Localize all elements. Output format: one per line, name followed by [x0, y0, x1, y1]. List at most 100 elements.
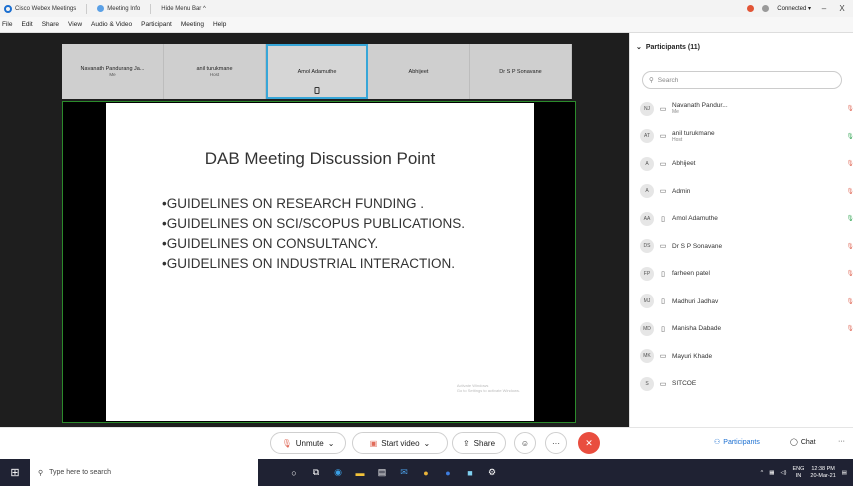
- menu-participant[interactable]: Participant: [141, 21, 172, 28]
- menu-help[interactable]: Help: [213, 21, 226, 28]
- store-icon[interactable]: ▤: [376, 467, 388, 479]
- list-item[interactable]: AT ▭ anil turukmane Host 🎙: [640, 123, 853, 151]
- thumbnail-sonavane[interactable]: Dr S P Sonavane: [470, 44, 572, 99]
- participant-name: Dr S P Sonavane: [672, 242, 723, 250]
- clock[interactable]: 12:38 PM 20-Mar-21: [810, 466, 835, 480]
- computer-icon: ▭: [659, 353, 667, 361]
- menu-edit[interactable]: Edit: [21, 21, 32, 28]
- thumbnail-role: Me: [109, 72, 116, 77]
- webex-taskbar-icon[interactable]: ■: [464, 467, 476, 479]
- thumbnail-anil[interactable]: anil turukmane Host: [164, 44, 266, 99]
- thumbnail-navanath[interactable]: Navanath Pandurang Ja... Me: [62, 44, 164, 99]
- list-item[interactable]: MJ ▯ Madhuri Jadhav 🎙: [640, 288, 853, 316]
- reactions-button[interactable]: ☺: [514, 432, 536, 454]
- meeting-info-button[interactable]: Meeting Info: [97, 5, 140, 12]
- unmute-label: Unmute: [295, 438, 324, 448]
- volume-icon[interactable]: ◁): [780, 470, 786, 476]
- search-placeholder: Search: [657, 76, 679, 84]
- unmute-button[interactable]: 🎙 Unmute ⌄: [270, 432, 346, 454]
- list-item[interactable]: AA ▯ Amol Adamuthe 🎙: [640, 205, 853, 233]
- menu-audio-video[interactable]: Audio & Video: [91, 21, 132, 28]
- thumbnail-amol[interactable]: Amol Adamuthe: [266, 44, 368, 99]
- list-item[interactable]: MD ▯ Manisha Dabade 🎙: [640, 315, 853, 343]
- participant-role: Host: [672, 136, 683, 143]
- language-indicator[interactable]: ENG IN: [793, 466, 805, 480]
- share-button[interactable]: ⇪ Share: [452, 432, 506, 454]
- connection-icon: [762, 5, 770, 12]
- avatar: FP: [640, 266, 654, 281]
- list-item[interactable]: FP ▯ farheen patel 🎙: [640, 260, 853, 288]
- avatar: S: [640, 376, 654, 391]
- collapse-icon[interactable]: ⌄: [636, 43, 642, 51]
- shared-slide: DAB Meeting Discussion Point •GUIDELINES…: [106, 103, 534, 421]
- mic-muted-icon[interactable]: 🎙: [846, 298, 853, 305]
- computer-icon: ▭: [659, 160, 667, 168]
- divider: [150, 3, 152, 14]
- panel-header[interactable]: ⌄ Participants (11): [636, 43, 700, 52]
- connection-status[interactable]: Connected ▾: [777, 5, 811, 12]
- edge-icon[interactable]: ◉: [332, 467, 344, 479]
- hide-menu-bar-button[interactable]: Hide Menu Bar ^: [161, 6, 206, 12]
- list-item[interactable]: DS ▭ Dr S P Sonavane 🎙: [640, 233, 853, 261]
- menu-meeting[interactable]: Meeting: [181, 21, 204, 28]
- menu-view[interactable]: View: [68, 21, 82, 28]
- more-options-button[interactable]: ···: [545, 432, 567, 454]
- minimize-button[interactable]: –: [819, 4, 829, 13]
- mic-muted-icon[interactable]: 🎙: [846, 188, 853, 195]
- time-label: 12:38 PM: [811, 465, 835, 472]
- mic-muted-icon[interactable]: 🎙: [846, 160, 853, 167]
- mail-icon[interactable]: ✉: [398, 467, 410, 479]
- chrome-icon[interactable]: ●: [420, 467, 432, 479]
- mic-muted-icon[interactable]: 🎙: [846, 325, 853, 332]
- start-video-button[interactable]: ▣ Start video ⌄: [352, 432, 448, 454]
- mic-muted-icon[interactable]: 🎙: [846, 243, 853, 250]
- network-icon[interactable]: ▦: [769, 470, 774, 476]
- share-icon: ⇪: [462, 438, 470, 448]
- title-bar: Cisco Webex Meetings Meeting Info Hide M…: [0, 0, 853, 17]
- panel-title: Participants (11): [645, 43, 700, 51]
- avatar: MJ: [640, 294, 654, 309]
- chevron-up-icon[interactable]: ^: [761, 470, 764, 476]
- windows-start-icon[interactable]: ⊞: [0, 459, 30, 486]
- file-explorer-icon[interactable]: ▬: [354, 467, 366, 479]
- recording-icon[interactable]: [747, 5, 755, 12]
- cortana-icon[interactable]: ○: [288, 467, 300, 479]
- list-item[interactable]: A ▭ Admin 🎙: [640, 178, 853, 206]
- menu-file[interactable]: File: [2, 21, 12, 28]
- participant-search-input[interactable]: ⚲ Search: [642, 71, 842, 89]
- chat-button[interactable]: ◯ Chat: [784, 435, 822, 449]
- notification-icon[interactable]: ▤: [842, 470, 847, 476]
- thumbnail-abhijeet[interactable]: Abhijeet: [368, 44, 470, 99]
- settings-icon[interactable]: ⚙: [486, 467, 498, 479]
- mic-icon[interactable]: 🎙: [846, 133, 853, 140]
- participants-toggle-button[interactable]: ⚇ Participants: [708, 435, 766, 449]
- mic-muted-icon[interactable]: 🎙: [846, 270, 853, 277]
- lang-label: ENG: [792, 465, 805, 472]
- list-item[interactable]: A ▭ Abhijeet 🎙: [640, 150, 853, 178]
- leave-meeting-button[interactable]: ✕: [578, 432, 600, 454]
- bullet-item: •GUIDELINES ON RESEARCH FUNDING .: [162, 196, 425, 211]
- menu-share[interactable]: Share: [42, 21, 59, 28]
- list-item[interactable]: MK ▭ Mayuri Khade: [640, 343, 853, 371]
- taskbar-search-input[interactable]: ⚲ Type here to search: [30, 459, 258, 486]
- task-view-icon[interactable]: ⧉: [310, 467, 322, 479]
- mic-muted-icon[interactable]: 🎙: [846, 105, 853, 112]
- chevron-down-icon[interactable]: ⌄: [328, 439, 335, 448]
- participant-list: NJ ▭ Navanath Pandur... Me 🎙 AT ▭ anil tu…: [640, 95, 853, 398]
- phone-icon: ▯: [661, 298, 665, 306]
- chevron-down-icon[interactable]: ⌄: [424, 439, 431, 448]
- list-item[interactable]: S ▭ SITCOE: [640, 370, 853, 398]
- panel-more-button[interactable]: ···: [832, 435, 851, 448]
- close-button[interactable]: X: [837, 4, 847, 13]
- participant-role: Me: [672, 109, 679, 116]
- participant-name: Admin: [672, 187, 691, 195]
- share-label: Share: [473, 438, 496, 448]
- app-icon[interactable]: ●: [442, 467, 454, 479]
- smiley-icon: ☺: [520, 438, 530, 448]
- divider: [86, 3, 88, 14]
- thumbnail-name: Abhijeet: [408, 68, 429, 75]
- list-item[interactable]: NJ ▭ Navanath Pandur... Me 🎙: [640, 95, 853, 123]
- mic-icon[interactable]: 🎙: [846, 215, 853, 222]
- shared-content-frame: DAB Meeting Discussion Point •GUIDELINES…: [62, 101, 576, 423]
- participant-name: Abhijeet: [672, 160, 696, 168]
